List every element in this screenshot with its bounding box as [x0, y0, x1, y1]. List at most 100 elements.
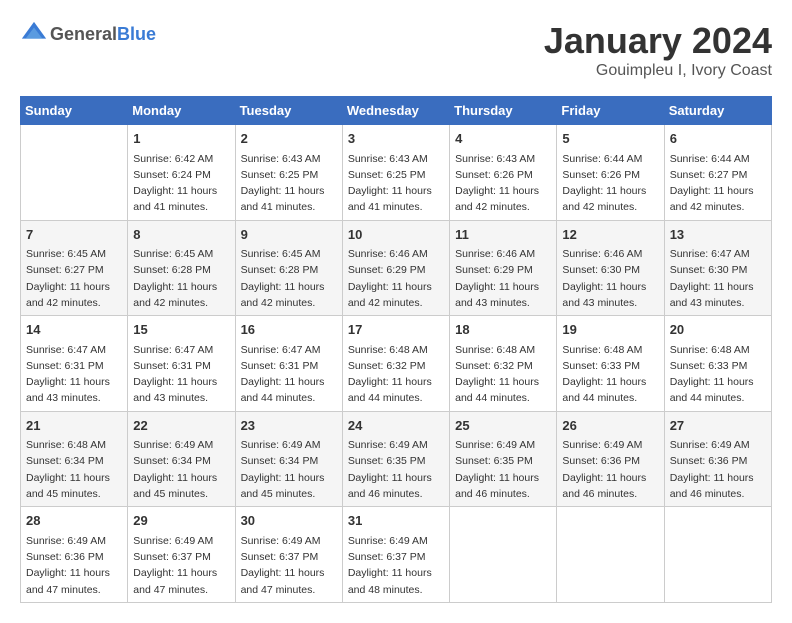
- day-info: Sunrise: 6:49 AMSunset: 6:36 PMDaylight:…: [562, 437, 658, 502]
- day-info: Sunrise: 6:46 AMSunset: 6:30 PMDaylight:…: [562, 246, 658, 311]
- day-number: 3: [348, 129, 444, 149]
- logo: GeneralBlue: [20, 20, 156, 48]
- title-block: January 2024 Gouimpleu I, Ivory Coast: [544, 20, 772, 80]
- day-info: Sunrise: 6:47 AMSunset: 6:31 PMDaylight:…: [241, 342, 337, 407]
- day-info: Sunrise: 6:42 AMSunset: 6:24 PMDaylight:…: [133, 151, 229, 216]
- day-number: 31: [348, 511, 444, 531]
- calendar-cell: 10Sunrise: 6:46 AMSunset: 6:29 PMDayligh…: [342, 220, 449, 316]
- header-saturday: Saturday: [664, 97, 771, 125]
- calendar-cell: 12Sunrise: 6:46 AMSunset: 6:30 PMDayligh…: [557, 220, 664, 316]
- page-header: GeneralBlue January 2024 Gouimpleu I, Iv…: [20, 20, 772, 80]
- day-info: Sunrise: 6:43 AMSunset: 6:26 PMDaylight:…: [455, 151, 551, 216]
- day-info: Sunrise: 6:49 AMSunset: 6:35 PMDaylight:…: [455, 437, 551, 502]
- day-info: Sunrise: 6:48 AMSunset: 6:32 PMDaylight:…: [455, 342, 551, 407]
- day-number: 18: [455, 320, 551, 340]
- day-number: 5: [562, 129, 658, 149]
- day-number: 8: [133, 225, 229, 245]
- day-number: 1: [133, 129, 229, 149]
- day-number: 20: [670, 320, 766, 340]
- day-number: 12: [562, 225, 658, 245]
- logo-text: GeneralBlue: [50, 24, 156, 45]
- day-number: 11: [455, 225, 551, 245]
- calendar-cell: 3Sunrise: 6:43 AMSunset: 6:25 PMDaylight…: [342, 125, 449, 221]
- calendar-cell: 19Sunrise: 6:48 AMSunset: 6:33 PMDayligh…: [557, 316, 664, 412]
- calendar-cell: 24Sunrise: 6:49 AMSunset: 6:35 PMDayligh…: [342, 411, 449, 507]
- day-info: Sunrise: 6:48 AMSunset: 6:32 PMDaylight:…: [348, 342, 444, 407]
- calendar-cell: 15Sunrise: 6:47 AMSunset: 6:31 PMDayligh…: [128, 316, 235, 412]
- header-thursday: Thursday: [450, 97, 557, 125]
- logo-general: General: [50, 24, 117, 44]
- calendar-cell: 20Sunrise: 6:48 AMSunset: 6:33 PMDayligh…: [664, 316, 771, 412]
- calendar-cell: 16Sunrise: 6:47 AMSunset: 6:31 PMDayligh…: [235, 316, 342, 412]
- day-info: Sunrise: 6:46 AMSunset: 6:29 PMDaylight:…: [455, 246, 551, 311]
- location-title: Gouimpleu I, Ivory Coast: [544, 62, 772, 80]
- calendar-cell: 25Sunrise: 6:49 AMSunset: 6:35 PMDayligh…: [450, 411, 557, 507]
- calendar-table: SundayMondayTuesdayWednesdayThursdayFrid…: [20, 96, 772, 603]
- day-number: 19: [562, 320, 658, 340]
- header-tuesday: Tuesday: [235, 97, 342, 125]
- calendar-cell: 30Sunrise: 6:49 AMSunset: 6:37 PMDayligh…: [235, 507, 342, 603]
- day-info: Sunrise: 6:49 AMSunset: 6:34 PMDaylight:…: [241, 437, 337, 502]
- day-number: 29: [133, 511, 229, 531]
- calendar-week-row: 7Sunrise: 6:45 AMSunset: 6:27 PMDaylight…: [21, 220, 772, 316]
- day-info: Sunrise: 6:43 AMSunset: 6:25 PMDaylight:…: [241, 151, 337, 216]
- day-number: 13: [670, 225, 766, 245]
- day-number: 7: [26, 225, 122, 245]
- calendar-cell: 14Sunrise: 6:47 AMSunset: 6:31 PMDayligh…: [21, 316, 128, 412]
- calendar-week-row: 1Sunrise: 6:42 AMSunset: 6:24 PMDaylight…: [21, 125, 772, 221]
- day-info: Sunrise: 6:49 AMSunset: 6:34 PMDaylight:…: [133, 437, 229, 502]
- calendar-cell: 22Sunrise: 6:49 AMSunset: 6:34 PMDayligh…: [128, 411, 235, 507]
- day-info: Sunrise: 6:49 AMSunset: 6:37 PMDaylight:…: [348, 533, 444, 598]
- day-info: Sunrise: 6:49 AMSunset: 6:35 PMDaylight:…: [348, 437, 444, 502]
- header-sunday: Sunday: [21, 97, 128, 125]
- header-wednesday: Wednesday: [342, 97, 449, 125]
- calendar-week-row: 14 Sunrise: 6:47 AMSunset: 6:31 PMDayligh…: [21, 316, 772, 412]
- day-info: Sunrise: 6:44 AMSunset: 6:26 PMDaylight:…: [562, 151, 658, 216]
- day-number: 24: [348, 416, 444, 436]
- day-info: Sunrise: 6:49 AMSunset: 6:37 PMDaylight:…: [241, 533, 337, 598]
- calendar-cell: [21, 125, 128, 221]
- header-monday: Monday: [128, 97, 235, 125]
- month-title: January 2024: [544, 20, 772, 62]
- calendar-cell: 29Sunrise: 6:49 AMSunset: 6:37 PMDayligh…: [128, 507, 235, 603]
- calendar-cell: 21Sunrise: 6:48 AMSunset: 6:34 PMDayligh…: [21, 411, 128, 507]
- calendar-cell: 6Sunrise: 6:44 AMSunset: 6:27 PMDaylight…: [664, 125, 771, 221]
- day-number: 6: [670, 129, 766, 149]
- day-number: 14: [26, 320, 122, 340]
- day-number: 2: [241, 129, 337, 149]
- header-friday: Friday: [557, 97, 664, 125]
- calendar-cell: 8Sunrise: 6:45 AMSunset: 6:28 PMDaylight…: [128, 220, 235, 316]
- day-number: 9: [241, 225, 337, 245]
- calendar-cell: 28Sunrise: 6:49 AMSunset: 6:36 PMDayligh…: [21, 507, 128, 603]
- calendar-cell: 1Sunrise: 6:42 AMSunset: 6:24 PMDaylight…: [128, 125, 235, 221]
- calendar-cell: 13Sunrise: 6:47 AMSunset: 6:30 PMDayligh…: [664, 220, 771, 316]
- day-info: Sunrise: 6:47 AMSunset: 6:30 PMDaylight:…: [670, 246, 766, 311]
- day-number: 10: [348, 225, 444, 245]
- calendar-week-row: 28Sunrise: 6:49 AMSunset: 6:36 PMDayligh…: [21, 507, 772, 603]
- calendar-cell: 27Sunrise: 6:49 AMSunset: 6:36 PMDayligh…: [664, 411, 771, 507]
- calendar-cell: [450, 507, 557, 603]
- day-number: 23: [241, 416, 337, 436]
- generalblue-logo-icon: [20, 20, 48, 48]
- day-number: 30: [241, 511, 337, 531]
- day-info: Sunrise: 6:48 AMSunset: 6:33 PMDaylight:…: [562, 342, 658, 407]
- day-info: Sunrise: 6:48 AMSunset: 6:34 PMDaylight:…: [26, 437, 122, 502]
- calendar-cell: 18Sunrise: 6:48 AMSunset: 6:32 PMDayligh…: [450, 316, 557, 412]
- calendar-cell: 5Sunrise: 6:44 AMSunset: 6:26 PMDaylight…: [557, 125, 664, 221]
- calendar-cell: 4Sunrise: 6:43 AMSunset: 6:26 PMDaylight…: [450, 125, 557, 221]
- day-info: Sunrise: 6:45 AMSunset: 6:27 PMDaylight:…: [26, 246, 122, 311]
- day-info: Sunrise: 6:49 AMSunset: 6:36 PMDaylight:…: [26, 533, 122, 598]
- calendar-cell: 23Sunrise: 6:49 AMSunset: 6:34 PMDayligh…: [235, 411, 342, 507]
- day-number: 28: [26, 511, 122, 531]
- day-number: 26: [562, 416, 658, 436]
- day-info: Sunrise: 6:43 AMSunset: 6:25 PMDaylight:…: [348, 151, 444, 216]
- calendar-cell: 2Sunrise: 6:43 AMSunset: 6:25 PMDaylight…: [235, 125, 342, 221]
- day-number: 22: [133, 416, 229, 436]
- calendar-header-row: SundayMondayTuesdayWednesdayThursdayFrid…: [21, 97, 772, 125]
- calendar-cell: 7Sunrise: 6:45 AMSunset: 6:27 PMDaylight…: [21, 220, 128, 316]
- calendar-cell: 11Sunrise: 6:46 AMSunset: 6:29 PMDayligh…: [450, 220, 557, 316]
- calendar-cell: 9Sunrise: 6:45 AMSunset: 6:28 PMDaylight…: [235, 220, 342, 316]
- day-info: Sunrise: 6:45 AMSunset: 6:28 PMDaylight:…: [133, 246, 229, 311]
- calendar-cell: 17Sunrise: 6:48 AMSunset: 6:32 PMDayligh…: [342, 316, 449, 412]
- day-info: Sunrise: 6:47 AMSunset: 6:31 PMDaylight:…: [133, 342, 229, 407]
